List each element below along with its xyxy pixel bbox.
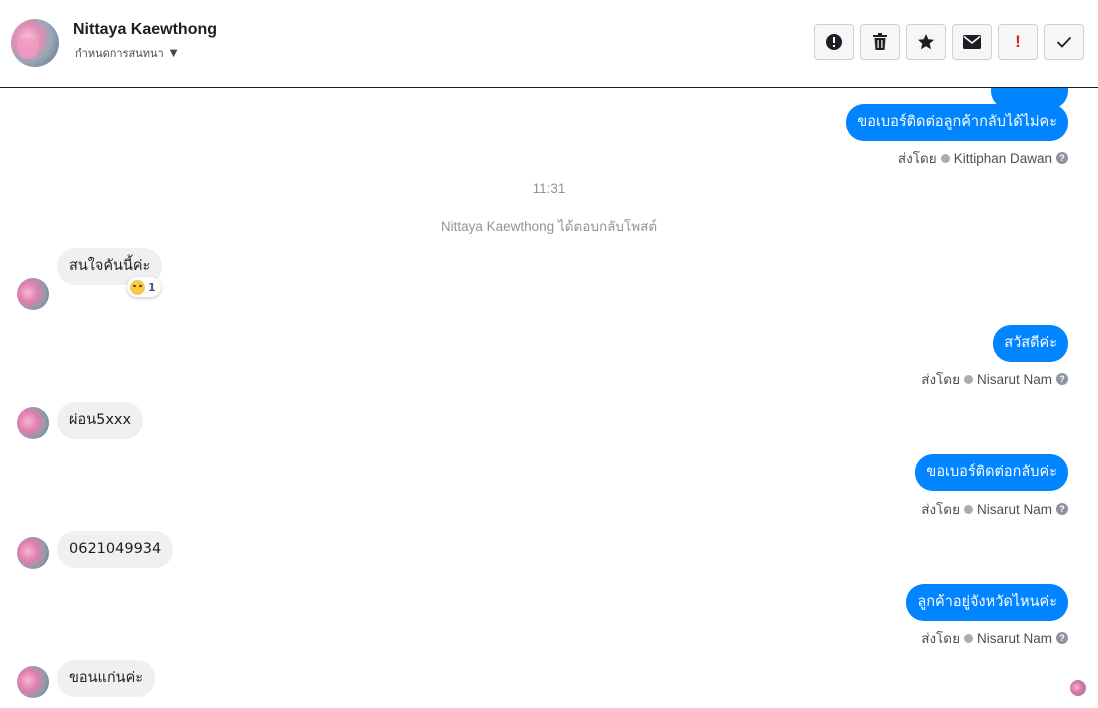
contact-avatar-small[interactable] [17, 407, 49, 439]
conversation-status-dropdown[interactable]: กำหนดการสนทนา ▼ [75, 44, 177, 62]
outgoing-message[interactable]: ขอเบอร์ติดต่อกลับค่ะ [915, 454, 1068, 491]
spam-button[interactable]: ! [998, 24, 1038, 60]
verified-icon [963, 633, 973, 643]
mark-unread-button[interactable] [952, 24, 992, 60]
contact-avatar[interactable] [11, 19, 59, 67]
sender-name: Nisarut Nam [976, 501, 1052, 517]
alert-circle-icon [826, 34, 842, 50]
outgoing-message[interactable]: สวัสดีค่ะ [993, 325, 1068, 362]
help-icon[interactable]: ? [1056, 152, 1068, 164]
sender-name: Nisarut Nam [976, 371, 1052, 387]
timestamp: 11:31 [532, 181, 566, 196]
sent-by-line: ส่งโดย Nisarut Nam ? [921, 368, 1068, 390]
incoming-message[interactable]: 0621049934 [57, 531, 174, 568]
action-toolbar: ! [814, 24, 1084, 60]
delete-button[interactable] [860, 24, 900, 60]
sent-by-prefix: ส่งโดย [921, 631, 960, 646]
message-thread[interactable]: ขอเบอร์ติดต่อลูกค้ากลับได้ไม่คะ ส่งโดย K… [0, 88, 1098, 708]
sent-by-line: ส่งโดย Nisarut Nam ? [921, 498, 1068, 520]
star-button[interactable] [906, 24, 946, 60]
sent-by-line: ส่งโดย Kittiphan Dawan ? [898, 147, 1068, 169]
reaction-badge[interactable]: 1 [127, 277, 161, 297]
done-button[interactable] [1044, 24, 1084, 60]
sent-by-prefix: ส่งโดย [921, 372, 960, 387]
sent-by-prefix: ส่งโดย [897, 151, 937, 166]
caret-down-icon: ▼ [169, 47, 178, 59]
check-icon [1056, 36, 1072, 48]
contact-avatar-small[interactable] [17, 666, 49, 698]
contact-name[interactable]: Nittaya Kaewthong [73, 21, 217, 39]
sent-by-line: ส่งโดย Nisarut Nam ? [921, 627, 1068, 649]
sender-name: Kittiphan Dawan [953, 150, 1052, 166]
outgoing-message[interactable]: ขอเบอร์ติดต่อลูกค้ากลับได้ไม่คะ [846, 104, 1068, 141]
trash-icon [873, 33, 887, 50]
verified-icon [963, 504, 973, 514]
seen-indicator-avatar [1070, 680, 1086, 696]
outgoing-message[interactable]: ลูกค้าอยู่จังหวัดไหนค่ะ [906, 584, 1068, 621]
exclamation-icon: ! [1015, 32, 1021, 51]
incoming-message[interactable]: ผ่อน5xxx [57, 402, 144, 439]
contact-avatar-small[interactable] [17, 537, 49, 569]
event-notice: Nittaya Kaewthong ได้ตอบกลับโพสต์ [440, 219, 658, 234]
conversation-status-label: กำหนดการสนทนา [75, 47, 164, 60]
help-icon[interactable]: ? [1056, 503, 1068, 515]
sent-by-prefix: ส่งโดย [921, 502, 960, 517]
emoji-reaction-icon [130, 279, 145, 295]
verified-icon [940, 153, 950, 163]
star-icon [918, 34, 934, 50]
sender-name: Nisarut Nam [976, 630, 1052, 646]
help-icon[interactable]: ? [1056, 632, 1068, 644]
incoming-message[interactable]: ขอนแก่นค่ะ [57, 660, 156, 697]
contact-avatar-small[interactable] [17, 278, 49, 310]
conversation-header: Nittaya Kaewthong กำหนดการสนทนา ▼ ! [0, 0, 1098, 88]
verified-icon [963, 374, 973, 384]
report-button[interactable] [814, 24, 854, 60]
envelope-icon [963, 35, 981, 49]
help-icon[interactable]: ? [1056, 373, 1068, 385]
reaction-count: 1 [148, 280, 156, 294]
